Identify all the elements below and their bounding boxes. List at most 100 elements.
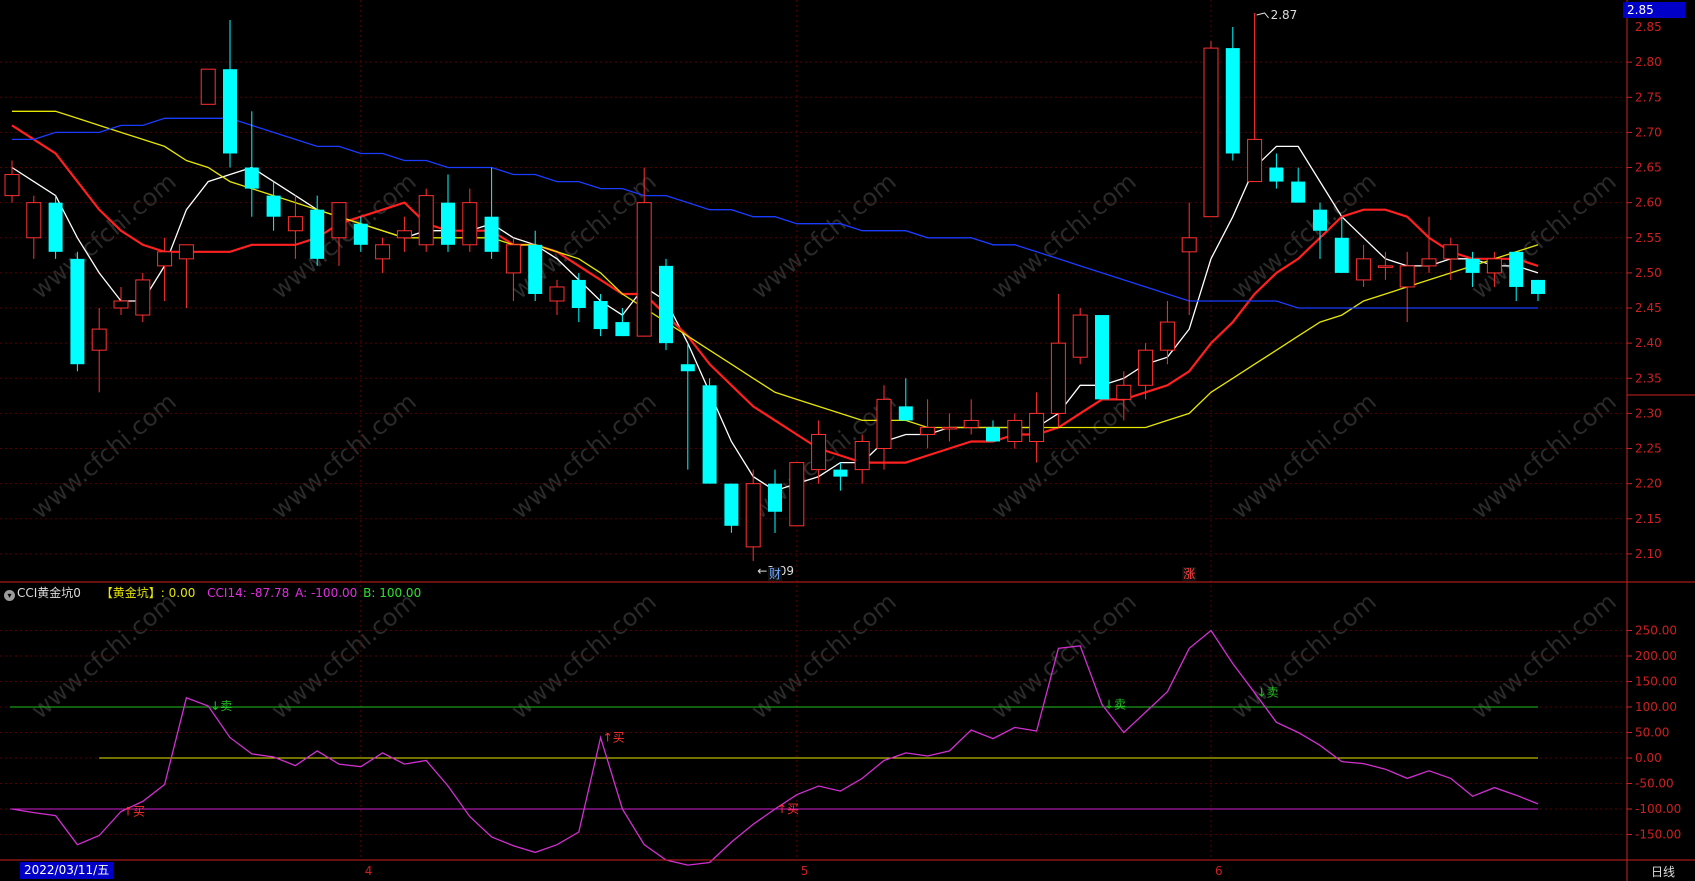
- candle-body: [1181, 237, 1197, 253]
- price-tick-label: 2.40: [1635, 336, 1662, 350]
- candle-body: [986, 427, 1000, 442]
- candle-body: [963, 419, 979, 428]
- candle-body: [1247, 138, 1263, 183]
- price-tick-label: 2.10: [1635, 547, 1662, 561]
- price-tick-label: 2.85: [1635, 20, 1662, 34]
- candle-body: [310, 209, 325, 259]
- candle-body: [1443, 244, 1459, 260]
- candle-body: [789, 462, 805, 527]
- candle-body: [615, 322, 630, 337]
- candle-body: [680, 364, 695, 372]
- candle-body: [1050, 342, 1066, 414]
- candle-body: [1095, 315, 1109, 400]
- high-marker-icon: [1256, 12, 1269, 19]
- candle-body: [331, 202, 347, 239]
- b-value: B: 100.00: [363, 586, 422, 600]
- candle-body: [1509, 251, 1524, 287]
- chart-canvas: www.cfchi.com www.cfchi.com www.cfchi.com w…: [0, 0, 1695, 881]
- candle-body: [157, 251, 173, 267]
- candle-body: [941, 426, 957, 430]
- candle-body: [659, 265, 673, 344]
- candle-body: [4, 174, 20, 197]
- cci-indicator-header[interactable]: ▾ CCI黄金坑0 【黄金坑】: 0.00 CCI14: -87.78 A: -1…: [4, 584, 423, 602]
- candle-body: [1029, 412, 1045, 442]
- candle-body: [48, 202, 63, 252]
- month-label: 6: [1215, 864, 1223, 878]
- watermark-text: www.cfchi.com: [506, 387, 662, 524]
- chevron-down-icon[interactable]: ▾: [4, 590, 15, 601]
- candle-body: [353, 223, 368, 245]
- candle-body: [1116, 384, 1132, 400]
- candle-body: [1225, 48, 1240, 154]
- price-tick-label: 2.25: [1635, 442, 1662, 456]
- candle-body: [571, 279, 586, 309]
- cci14-value: CCI14: -87.78: [207, 586, 290, 600]
- candle-body: [70, 258, 85, 365]
- price-tick-label: 2.80: [1635, 55, 1662, 69]
- candle-body: [702, 385, 717, 484]
- event-marker: 财: [769, 567, 781, 581]
- candle-body: [1072, 314, 1088, 358]
- cci-tick-label: -50.00: [1635, 777, 1674, 791]
- candle-body: [724, 483, 739, 526]
- a-value: A: -100.00: [295, 586, 358, 600]
- period-selector[interactable]: 日线: [1651, 863, 1675, 880]
- candle-body: [1377, 265, 1393, 268]
- candle-body: [484, 216, 499, 252]
- cci-signal-label: ↓卖: [1257, 686, 1279, 700]
- cci-tick-label: 200.00: [1635, 649, 1677, 663]
- watermark-text: www.cfchi.com: [986, 167, 1142, 304]
- cci-indicator-name: CCI黄金坑0: [17, 586, 81, 600]
- candle-body: [441, 202, 455, 245]
- candle-body: [1269, 167, 1284, 182]
- candle-body: [1007, 419, 1023, 442]
- candle-body: [854, 441, 870, 471]
- watermark-text: www.cfchi.com: [746, 167, 902, 304]
- cci-signal-label: ↓卖: [210, 699, 232, 713]
- candle-body: [1421, 258, 1437, 267]
- watermark-text: www.cfchi.com: [26, 387, 182, 524]
- candle-body: [200, 68, 216, 105]
- price-tick-label: 2.45: [1635, 301, 1662, 315]
- golden-pit-value: 【黄金坑】: 0.00: [100, 586, 196, 600]
- high-price-label: 2.87: [1271, 8, 1298, 22]
- cci-tick-label: -100.00: [1635, 802, 1681, 816]
- cci-tick-label: 100.00: [1635, 700, 1677, 714]
- cci-signal-label: ↑买: [603, 731, 625, 745]
- candle-body: [1399, 265, 1415, 288]
- cci-tick-label: -150.00: [1635, 828, 1681, 842]
- candle-body: [1465, 258, 1480, 273]
- candle-body: [1486, 258, 1502, 274]
- watermark-text: www.cfchi.com: [1466, 387, 1622, 524]
- candle-body: [26, 202, 42, 239]
- last-price-tag: 2.85: [1623, 2, 1685, 18]
- watermark-text: www.cfchi.com: [26, 587, 182, 724]
- candle-body: [636, 202, 652, 337]
- price-tick-label: 2.55: [1635, 231, 1662, 245]
- candle-body: [811, 433, 827, 471]
- candle-body: [178, 244, 194, 260]
- cci-tick-label: 150.00: [1635, 675, 1677, 689]
- candle-body: [375, 244, 391, 260]
- candle-body: [1356, 258, 1372, 281]
- price-tick-label: 2.35: [1635, 371, 1662, 385]
- candle-body: [505, 244, 521, 274]
- price-tick-label: 2.60: [1635, 196, 1662, 210]
- cci-signal-label: ↓卖: [1104, 697, 1126, 711]
- candle-body: [1334, 237, 1349, 273]
- watermark-text: www.cfchi.com: [506, 587, 662, 724]
- candle-body: [593, 301, 608, 330]
- candle-body: [549, 286, 565, 302]
- grid: [0, 0, 1627, 860]
- candle-body: [833, 469, 848, 477]
- candle-body: [396, 230, 412, 239]
- price-tick-label: 2.30: [1635, 406, 1662, 420]
- cci-signal-label: ↑买: [123, 805, 145, 819]
- price-tick-label: 2.20: [1635, 477, 1662, 491]
- candle-body: [223, 69, 237, 154]
- candle-body: [135, 279, 151, 316]
- cci-tick-label: 250.00: [1635, 624, 1677, 638]
- month-label: 4: [365, 864, 373, 878]
- month-label: 5: [801, 864, 809, 878]
- candle-body: [1203, 47, 1219, 218]
